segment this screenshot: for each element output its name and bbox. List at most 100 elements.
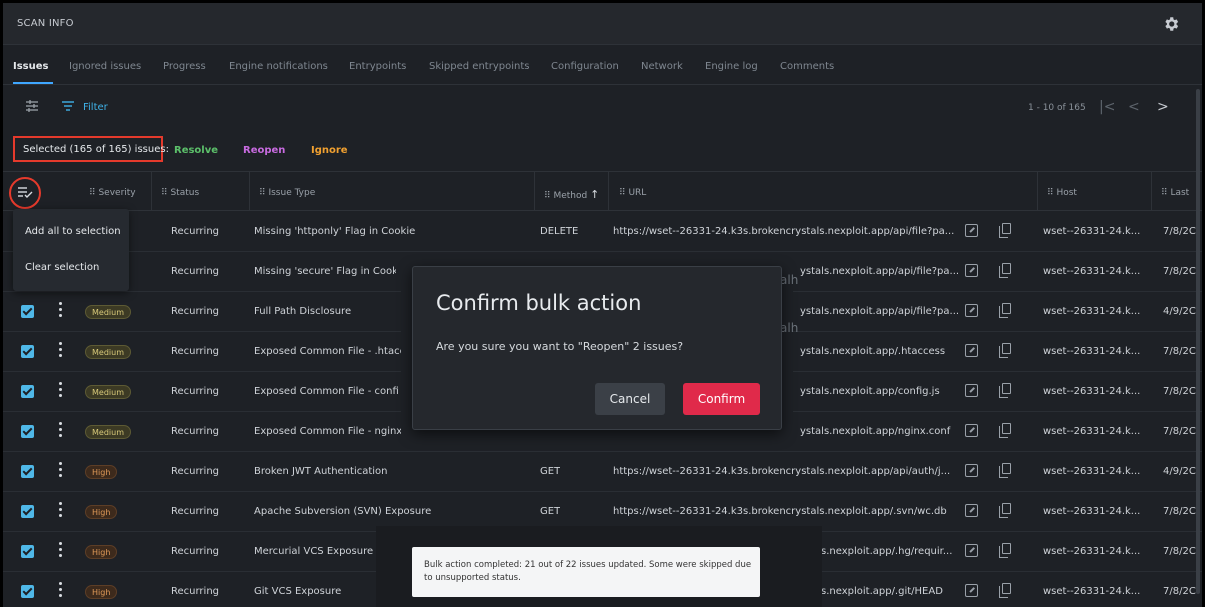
app-window: SCAN INFO Issues Ignored issues Progress… bbox=[3, 3, 1202, 607]
tab-comments[interactable]: Comments bbox=[780, 61, 834, 72]
copy-icon[interactable] bbox=[999, 463, 1011, 478]
table-row[interactable]: Recurring Missing 'httponly' Flag in Coo… bbox=[3, 212, 1202, 252]
issue-type-cell[interactable]: Missing 'httponly' Flag in Cookie bbox=[254, 226, 415, 237]
more-options-icon[interactable] bbox=[58, 582, 64, 598]
severity-badge: High bbox=[85, 545, 118, 559]
external-link-icon[interactable] bbox=[965, 264, 978, 277]
copy-icon[interactable] bbox=[999, 223, 1011, 238]
col-last[interactable]: ⠿ Last bbox=[1161, 188, 1189, 198]
resolve-button[interactable]: Resolve bbox=[174, 145, 218, 156]
row-checkbox[interactable] bbox=[21, 545, 34, 558]
issue-type-cell[interactable]: Git VCS Exposure bbox=[254, 586, 341, 597]
external-link-icon[interactable] bbox=[965, 304, 978, 317]
method-cell: DELETE bbox=[540, 226, 579, 237]
more-options-icon[interactable] bbox=[58, 382, 64, 398]
row-checkbox[interactable] bbox=[21, 465, 34, 478]
row-checkbox[interactable] bbox=[21, 345, 34, 358]
next-page-icon[interactable]: > bbox=[1157, 99, 1169, 115]
col-url[interactable]: ⠿ URL bbox=[619, 188, 646, 198]
row-checkbox[interactable] bbox=[21, 585, 34, 598]
ignore-button[interactable]: Ignore bbox=[311, 145, 348, 156]
external-link-icon[interactable] bbox=[965, 344, 978, 357]
issue-type-cell[interactable]: Missing 'secure' Flag in Cookie bbox=[254, 266, 396, 277]
gear-icon[interactable] bbox=[1162, 15, 1180, 33]
issue-type-cell[interactable]: Exposed Common File - nginx bbox=[254, 426, 402, 437]
bulk-select-icon[interactable] bbox=[17, 185, 33, 199]
table-header: ⠿ Severity ⠿ Status ⠿ Issue Type ⠿ Metho… bbox=[3, 171, 1202, 211]
row-checkbox[interactable] bbox=[21, 505, 34, 518]
tab-bar: Issues Ignored issues Progress Engine no… bbox=[3, 45, 1202, 85]
more-options-icon[interactable] bbox=[58, 422, 64, 438]
external-link-icon[interactable] bbox=[965, 424, 978, 437]
columns-settings-icon[interactable] bbox=[25, 99, 39, 113]
url-cell: ystals.nexploit.app/api/file?pa... bbox=[800, 266, 958, 277]
issue-type-cell[interactable]: Mercurial VCS Exposure bbox=[254, 546, 373, 557]
first-page-icon[interactable]: |< bbox=[1099, 99, 1115, 115]
copy-icon[interactable] bbox=[999, 383, 1011, 398]
more-options-icon[interactable] bbox=[58, 462, 64, 478]
clear-selection[interactable]: Clear selection bbox=[25, 262, 99, 273]
copy-icon[interactable] bbox=[999, 263, 1011, 278]
col-status[interactable]: ⠿ Status bbox=[161, 188, 199, 198]
tab-configuration[interactable]: Configuration bbox=[551, 61, 619, 72]
tab-entrypoints[interactable]: Entrypoints bbox=[349, 61, 406, 72]
issue-type-cell[interactable]: Full Path Disclosure bbox=[254, 306, 351, 317]
copy-icon[interactable] bbox=[999, 543, 1011, 558]
filter-icon[interactable] bbox=[61, 99, 75, 113]
external-link-icon[interactable] bbox=[965, 224, 978, 237]
host-cell: wset--26331-24.k... bbox=[1043, 426, 1141, 437]
copy-icon[interactable] bbox=[999, 343, 1011, 358]
row-checkbox[interactable] bbox=[21, 425, 34, 438]
issue-type-cell[interactable]: Exposed Common File - confi bbox=[254, 386, 399, 397]
external-link-icon[interactable] bbox=[965, 384, 978, 397]
filter-button[interactable]: Filter bbox=[83, 102, 108, 113]
external-link-icon[interactable] bbox=[965, 544, 978, 557]
issue-type-cell[interactable]: Exposed Common File - .htacc bbox=[254, 346, 405, 357]
more-options-icon[interactable] bbox=[58, 302, 64, 318]
prev-page-icon[interactable]: < bbox=[1128, 99, 1140, 115]
toast-message: Bulk action completed: 21 out of 22 issu… bbox=[424, 560, 752, 583]
external-link-icon[interactable] bbox=[965, 464, 978, 477]
url-cell: ystals.nexploit.app/config.js bbox=[800, 386, 940, 397]
issue-type-cell[interactable]: Apache Subversion (SVN) Exposure bbox=[254, 506, 431, 517]
url-cell: ystals.nexploit.app/.htaccess bbox=[800, 346, 946, 357]
dialog-title: Confirm bulk action bbox=[436, 291, 642, 315]
external-link-icon[interactable] bbox=[965, 584, 978, 597]
cancel-button[interactable]: Cancel bbox=[595, 383, 665, 415]
more-options-icon[interactable] bbox=[58, 542, 64, 558]
reopen-button[interactable]: Reopen bbox=[243, 145, 285, 156]
more-options-icon[interactable] bbox=[58, 502, 64, 518]
copy-icon[interactable] bbox=[999, 423, 1011, 438]
last-cell: 7/8/2C bbox=[1163, 506, 1196, 517]
tab-progress[interactable]: Progress bbox=[163, 61, 206, 72]
url-cell: https://wset--26331-24.k3s.brokencrystal… bbox=[613, 466, 951, 477]
url-cell: s.nexploit.app/.git/HEAD bbox=[821, 586, 943, 597]
pagination-range: 1 - 10 of 165 bbox=[1028, 103, 1086, 113]
tab-issues[interactable]: Issues bbox=[13, 61, 48, 72]
last-cell: 4/9/2C bbox=[1163, 466, 1196, 477]
col-method[interactable]: ⠿ Method ↑ bbox=[544, 188, 599, 201]
issue-type-cell[interactable]: Broken JWT Authentication bbox=[254, 466, 388, 477]
row-checkbox[interactable] bbox=[21, 385, 34, 398]
scrollbar[interactable] bbox=[1196, 89, 1200, 594]
top-bar: SCAN INFO bbox=[3, 3, 1202, 45]
external-link-icon[interactable] bbox=[965, 504, 978, 517]
table-row[interactable]: High Recurring Broken JWT Authentication… bbox=[3, 452, 1202, 492]
col-issue-type[interactable]: ⠿ Issue Type bbox=[259, 188, 315, 198]
tab-network[interactable]: Network bbox=[641, 61, 683, 72]
add-all-to-selection[interactable]: Add all to selection bbox=[25, 226, 121, 237]
col-host[interactable]: ⠿ Host bbox=[1047, 188, 1077, 198]
tab-engine-log[interactable]: Engine log bbox=[705, 61, 758, 72]
col-severity[interactable]: ⠿ Severity bbox=[89, 188, 136, 198]
copy-icon[interactable] bbox=[999, 503, 1011, 518]
tab-engine-notifications[interactable]: Engine notifications bbox=[229, 61, 328, 72]
tab-ignored-issues[interactable]: Ignored issues bbox=[69, 61, 141, 72]
tab-skipped-entrypoints[interactable]: Skipped entrypoints bbox=[429, 61, 529, 72]
row-checkbox[interactable] bbox=[21, 305, 34, 318]
confirm-button[interactable]: Confirm bbox=[683, 383, 760, 415]
copy-icon[interactable] bbox=[999, 583, 1011, 598]
copy-icon[interactable] bbox=[999, 303, 1011, 318]
more-options-icon[interactable] bbox=[58, 342, 64, 358]
host-cell: wset--26331-24.k... bbox=[1043, 306, 1141, 317]
severity-badge: Medium bbox=[85, 425, 131, 439]
